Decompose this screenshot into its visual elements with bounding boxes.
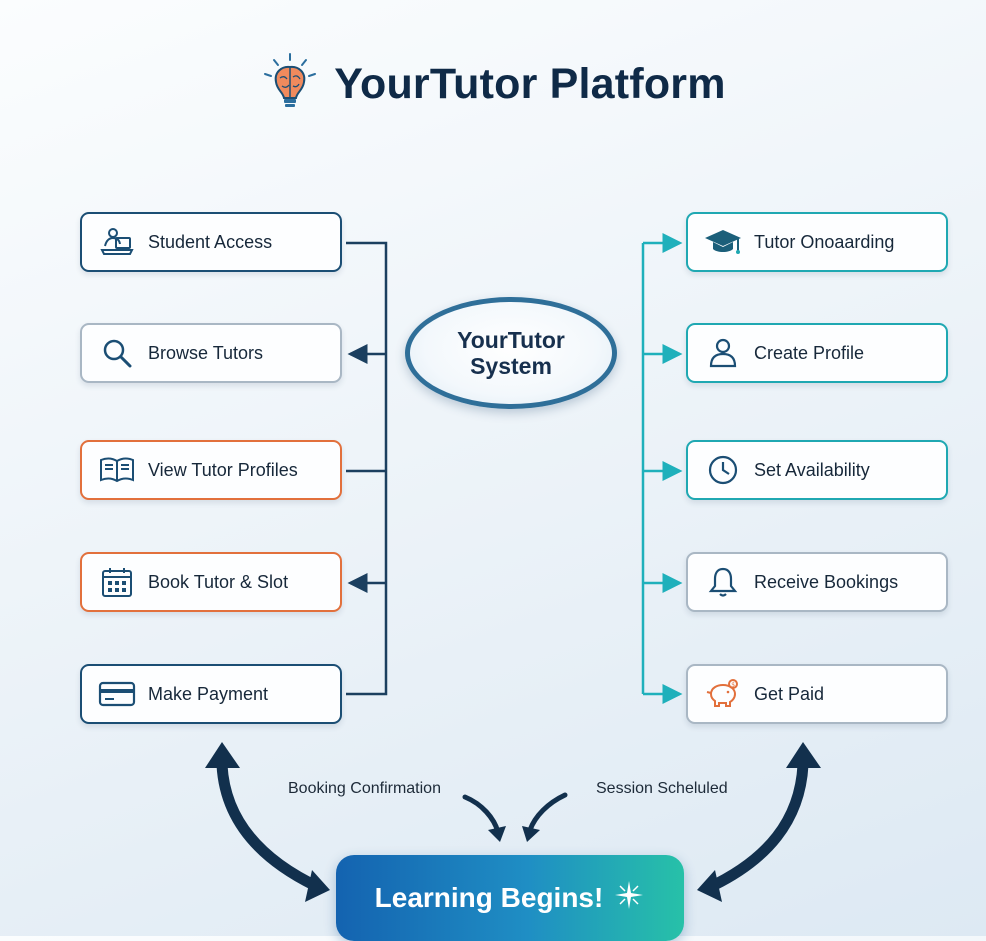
piggy-bank-icon: $ (704, 677, 742, 711)
laptop-user-icon (98, 225, 136, 259)
title-text: YourTutor Platform (334, 60, 726, 108)
step-label: Tutor Onoaarding (754, 231, 895, 252)
step-student-access[interactable]: Student Access (80, 212, 342, 272)
step-label: Set Availability (754, 459, 870, 480)
right-curved-arrow-head-top (786, 742, 821, 768)
svg-text:$: $ (731, 681, 735, 688)
learning-begins-button[interactable]: Learning Begins! (336, 855, 684, 941)
step-label: Make Payment (148, 683, 269, 704)
step-receive-bookings[interactable]: Receive Bookings (686, 552, 948, 612)
step-label: Create Profile (754, 342, 865, 363)
step-create-profile[interactable]: Create Profile (686, 323, 948, 383)
left-bracket-line (346, 241, 388, 696)
small-arrow-left (462, 794, 501, 835)
calendar-icon (98, 565, 136, 599)
caption-session-scheduled: Session Scheluled (596, 780, 728, 797)
book-icon (98, 453, 136, 487)
bell-icon (704, 565, 742, 599)
caption-booking-confirmation: Booking Confirmation (288, 780, 441, 797)
step-tutor-onboarding[interactable]: Tutor Onoaarding (686, 212, 948, 272)
user-icon (704, 336, 742, 370)
small-arrow-right (527, 792, 568, 833)
step-label: Student Access (148, 231, 273, 252)
right-curved-arrow-head-bottom (697, 870, 722, 902)
step-label: Book Tutor & Slot (148, 571, 289, 592)
step-label: Receive Bookings (754, 571, 899, 592)
learning-begins-label: Learning Begins! (374, 882, 604, 913)
step-view-tutor-profiles[interactable]: View Tutor Profiles (80, 440, 342, 500)
step-get-paid[interactable]: $ Get Paid (686, 664, 948, 724)
yourtutor-system-node: YourTutor System (405, 297, 617, 409)
step-label: Get Paid (754, 683, 825, 704)
brain-lightbulb-icon (260, 52, 320, 117)
sparkle-icon (613, 879, 645, 918)
search-icon (98, 336, 136, 370)
step-label: Browse Tutors (148, 342, 264, 363)
step-browse-tutors[interactable]: Browse Tutors (80, 323, 342, 383)
step-label: View Tutor Profiles (148, 459, 298, 480)
step-book-tutor-slot[interactable]: Book Tutor & Slot (80, 552, 342, 612)
step-set-availability[interactable]: Set Availability (686, 440, 948, 500)
center-line-2: System (470, 353, 552, 379)
step-make-payment[interactable]: Make Payment (80, 664, 342, 724)
credit-card-icon (98, 677, 136, 711)
page-title: YourTutor Platform (0, 52, 986, 117)
left-curved-arrow-head-top (205, 742, 240, 768)
left-curved-arrow-head-bottom (305, 870, 330, 902)
graduation-cap-icon (704, 225, 742, 259)
clock-icon (704, 453, 742, 487)
center-line-1: YourTutor (457, 327, 565, 353)
